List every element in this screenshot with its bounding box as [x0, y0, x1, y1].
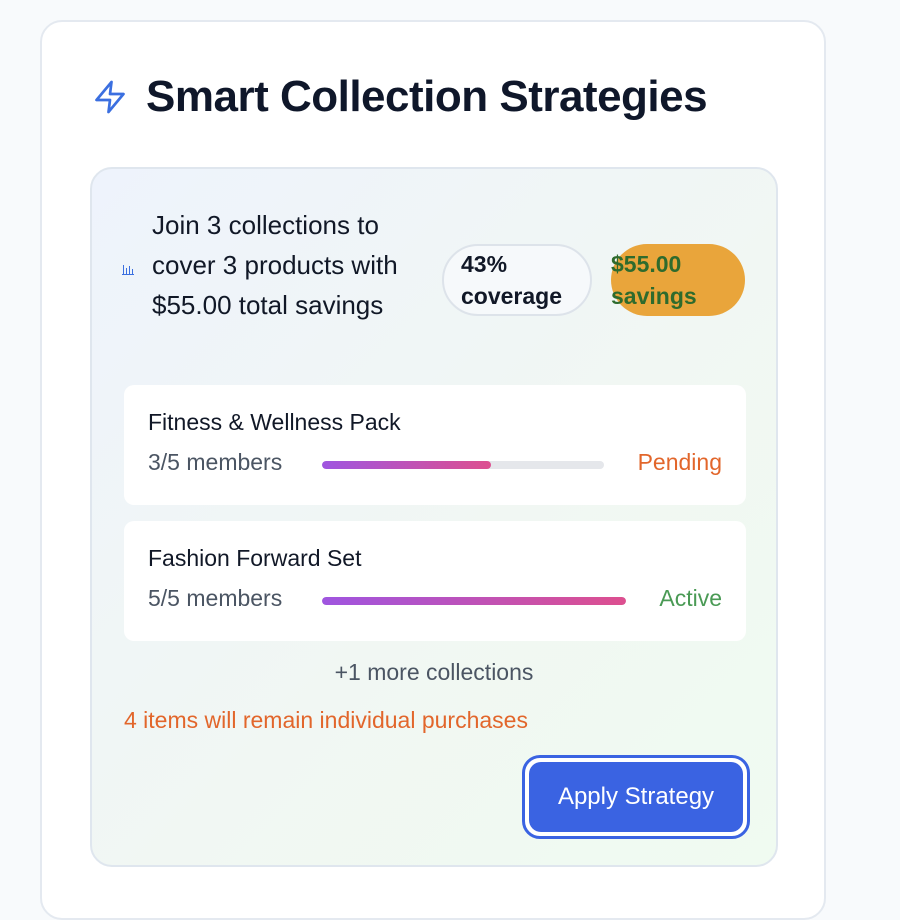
members-progress-fill — [322, 461, 492, 469]
collection-members: 5/5 members — [148, 585, 283, 611]
collection-members: 3/5 members — [148, 449, 283, 475]
summary-text: Join 3 collections to cover 3 products w… — [152, 210, 398, 320]
collection-name: Fitness & Wellness Pack — [148, 409, 401, 435]
more-collections-link[interactable]: +1 more collections — [92, 659, 776, 686]
members-progress-track — [322, 461, 604, 469]
strategy-panel: Smart Collection Strategies Join 3 colle… — [40, 20, 826, 920]
coverage-label: 43% coverage — [461, 251, 563, 309]
collection-card: Fashion Forward Set 5/5 members Active — [124, 521, 746, 641]
savings-label: $55.00 savings — [611, 251, 697, 309]
strategy-summary: Join 3 collections to cover 3 products w… — [122, 205, 442, 325]
strategy-card: Join 3 collections to cover 3 products w… — [90, 167, 778, 867]
bar-chart-icon — [122, 265, 134, 275]
apply-strategy-label: Apply Strategy — [529, 762, 743, 832]
coverage-badge: 43% coverage — [442, 244, 592, 316]
apply-strategy-button[interactable]: Apply Strategy — [522, 755, 750, 839]
members-progress-fill — [322, 597, 626, 605]
savings-badge: $55.00 savings — [611, 244, 745, 316]
page-title: Smart Collection Strategies — [146, 72, 708, 121]
panel-header: Smart Collection Strategies — [92, 72, 708, 122]
collection-name: Fashion Forward Set — [148, 545, 362, 571]
remaining-items-note: 4 items will remain individual purchases — [124, 707, 528, 733]
collection-status: Active — [659, 585, 722, 611]
collection-status: Pending — [637, 449, 722, 475]
collection-card: Fitness & Wellness Pack 3/5 members Pend… — [124, 385, 746, 505]
lightning-bolt-icon — [95, 80, 125, 114]
members-progress-track — [322, 597, 626, 605]
